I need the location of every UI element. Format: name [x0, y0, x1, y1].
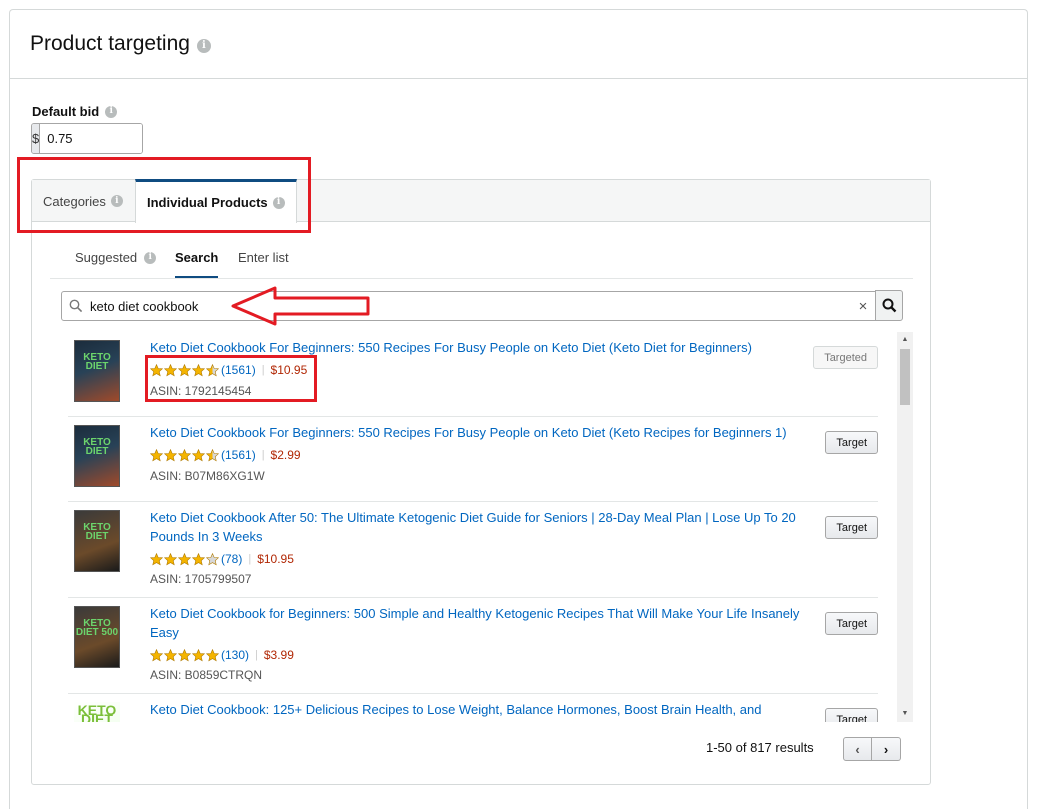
prev-page-button[interactable]: ‹ [843, 737, 872, 761]
scroll-thumb[interactable] [900, 349, 910, 405]
info-icon[interactable]: i [144, 251, 157, 264]
product-title-link[interactable]: Keto Diet Cookbook for Beginners: 500 Si… [150, 604, 800, 642]
target-button[interactable]: Target [825, 431, 878, 454]
star-icon [164, 552, 177, 565]
star-icon [206, 648, 219, 661]
target-button[interactable]: Target [825, 612, 878, 635]
book-cover: KETO DIET [74, 340, 120, 402]
rating-stars [150, 552, 219, 566]
asin: ASIN: B07M86XG1W [150, 469, 265, 483]
product-title-link[interactable]: Keto Diet Cookbook For Beginners: 550 Re… [150, 338, 800, 357]
star-icon [164, 648, 177, 661]
subtab-suggested[interactable]: Suggested i [75, 250, 157, 265]
star-icon [164, 448, 177, 461]
default-bid-input[interactable] [40, 124, 142, 153]
results-count: 1-50 of 817 results [706, 740, 814, 755]
info-icon[interactable]: i [196, 38, 211, 53]
star-icon [192, 648, 205, 661]
default-bid-label: Default bid i [32, 104, 118, 119]
search-input[interactable]: keto diet cookbook × [61, 291, 876, 321]
list-item: KETO DIET Keto Diet Cookbook For Beginne… [68, 332, 878, 417]
info-icon[interactable]: i [272, 196, 285, 209]
subtab-enter-list[interactable]: Enter list [238, 250, 289, 265]
targeted-button[interactable]: Targeted [813, 346, 878, 369]
star-icon [192, 552, 205, 565]
scroll-down-icon[interactable]: ▼ [900, 709, 910, 719]
product-title-link[interactable]: Keto Diet Cookbook: 125+ Delicious Recip… [150, 700, 800, 719]
clear-icon[interactable]: × [851, 298, 875, 315]
tab-individual-products[interactable]: Individual Products i [135, 179, 297, 223]
star-icon [150, 552, 163, 565]
currency-prefix: $ [32, 124, 41, 153]
star-icon [206, 448, 219, 461]
price: $3.99 [263, 648, 294, 662]
card-header: Product targeting i [10, 10, 1027, 79]
rating-price: (1561) | $2.99 [150, 448, 301, 462]
star-icon [206, 363, 219, 376]
tab-categories[interactable]: Categories i [43, 180, 123, 222]
targeting-tabs: Categories i Individual Products i [32, 179, 930, 223]
review-count[interactable]: (1561) [221, 448, 256, 462]
price: $10.95 [270, 363, 308, 377]
search-button[interactable] [875, 290, 903, 321]
product-targeting-card: Product targeting i Default bid i $ Cate… [9, 9, 1028, 809]
subtab-search[interactable]: Search [175, 250, 219, 278]
annotation-arrow [231, 286, 370, 326]
results-scrollbar[interactable]: ▲ ▼ [897, 332, 913, 722]
star-icon [164, 363, 177, 376]
review-count[interactable]: (1561) [221, 363, 256, 377]
page-title: Product targeting [30, 32, 190, 55]
rating-stars [150, 648, 219, 662]
book-cover: KETO DIET [74, 425, 120, 487]
price: $2.99 [270, 448, 301, 462]
rating-price: (130) | $3.99 [150, 648, 294, 662]
targeting-tabs-panel: Categories i Individual Products i Sugge… [31, 179, 931, 785]
list-item: KETO DIET Keto Diet Cookbook: 125+ Delic… [68, 694, 878, 722]
rating-stars [150, 363, 219, 377]
star-icon [178, 363, 191, 376]
next-page-button[interactable]: › [872, 737, 901, 761]
rating-stars [150, 448, 219, 462]
star-icon [150, 448, 163, 461]
star-icon [192, 363, 205, 376]
product-title-link[interactable]: Keto Diet Cookbook For Beginners: 550 Re… [150, 423, 800, 442]
rating-price: (1561) | $10.95 [150, 363, 307, 377]
star-icon [192, 448, 205, 461]
star-icon [206, 552, 219, 565]
list-item: KETO DIET 500 Keto Diet Cookbook for Beg… [68, 598, 878, 694]
target-button[interactable]: Target [825, 708, 878, 722]
target-button[interactable]: Target [825, 516, 878, 539]
search-mode-tabs: Suggested i Search Enter list [50, 240, 913, 279]
pagination: ‹ › [843, 737, 901, 761]
default-bid-field: $ [31, 123, 143, 154]
product-title-link[interactable]: Keto Diet Cookbook After 50: The Ultimat… [150, 508, 800, 546]
book-cover: KETO DIET 500 [74, 606, 120, 668]
review-count[interactable]: (78) [221, 552, 242, 566]
scroll-up-icon[interactable]: ▲ [900, 335, 910, 345]
star-icon [178, 448, 191, 461]
star-icon [178, 648, 191, 661]
rating-price: (78) | $10.95 [150, 552, 294, 566]
book-cover: KETO DIET [74, 510, 120, 572]
book-cover: KETO DIET [74, 702, 120, 722]
price: $10.95 [257, 552, 294, 566]
search-query: keto diet cookbook [90, 298, 199, 314]
asin: ASIN: B0859CTRQN [150, 668, 263, 682]
info-icon[interactable]: i [105, 105, 118, 118]
review-count[interactable]: (130) [221, 648, 249, 662]
star-icon [178, 552, 191, 565]
search-icon [882, 298, 896, 313]
asin: ASIN: 1792145454 [150, 384, 252, 398]
asin: ASIN: 1705799507 [150, 572, 252, 586]
search-icon [62, 299, 90, 313]
list-item: KETO DIET Keto Diet Cookbook After 50: T… [68, 502, 878, 598]
info-icon[interactable]: i [110, 195, 123, 207]
star-icon [150, 648, 163, 661]
star-icon [150, 363, 163, 376]
search-results: KETO DIET Keto Diet Cookbook For Beginne… [50, 332, 913, 722]
list-item: KETO DIET Keto Diet Cookbook For Beginne… [68, 417, 878, 502]
